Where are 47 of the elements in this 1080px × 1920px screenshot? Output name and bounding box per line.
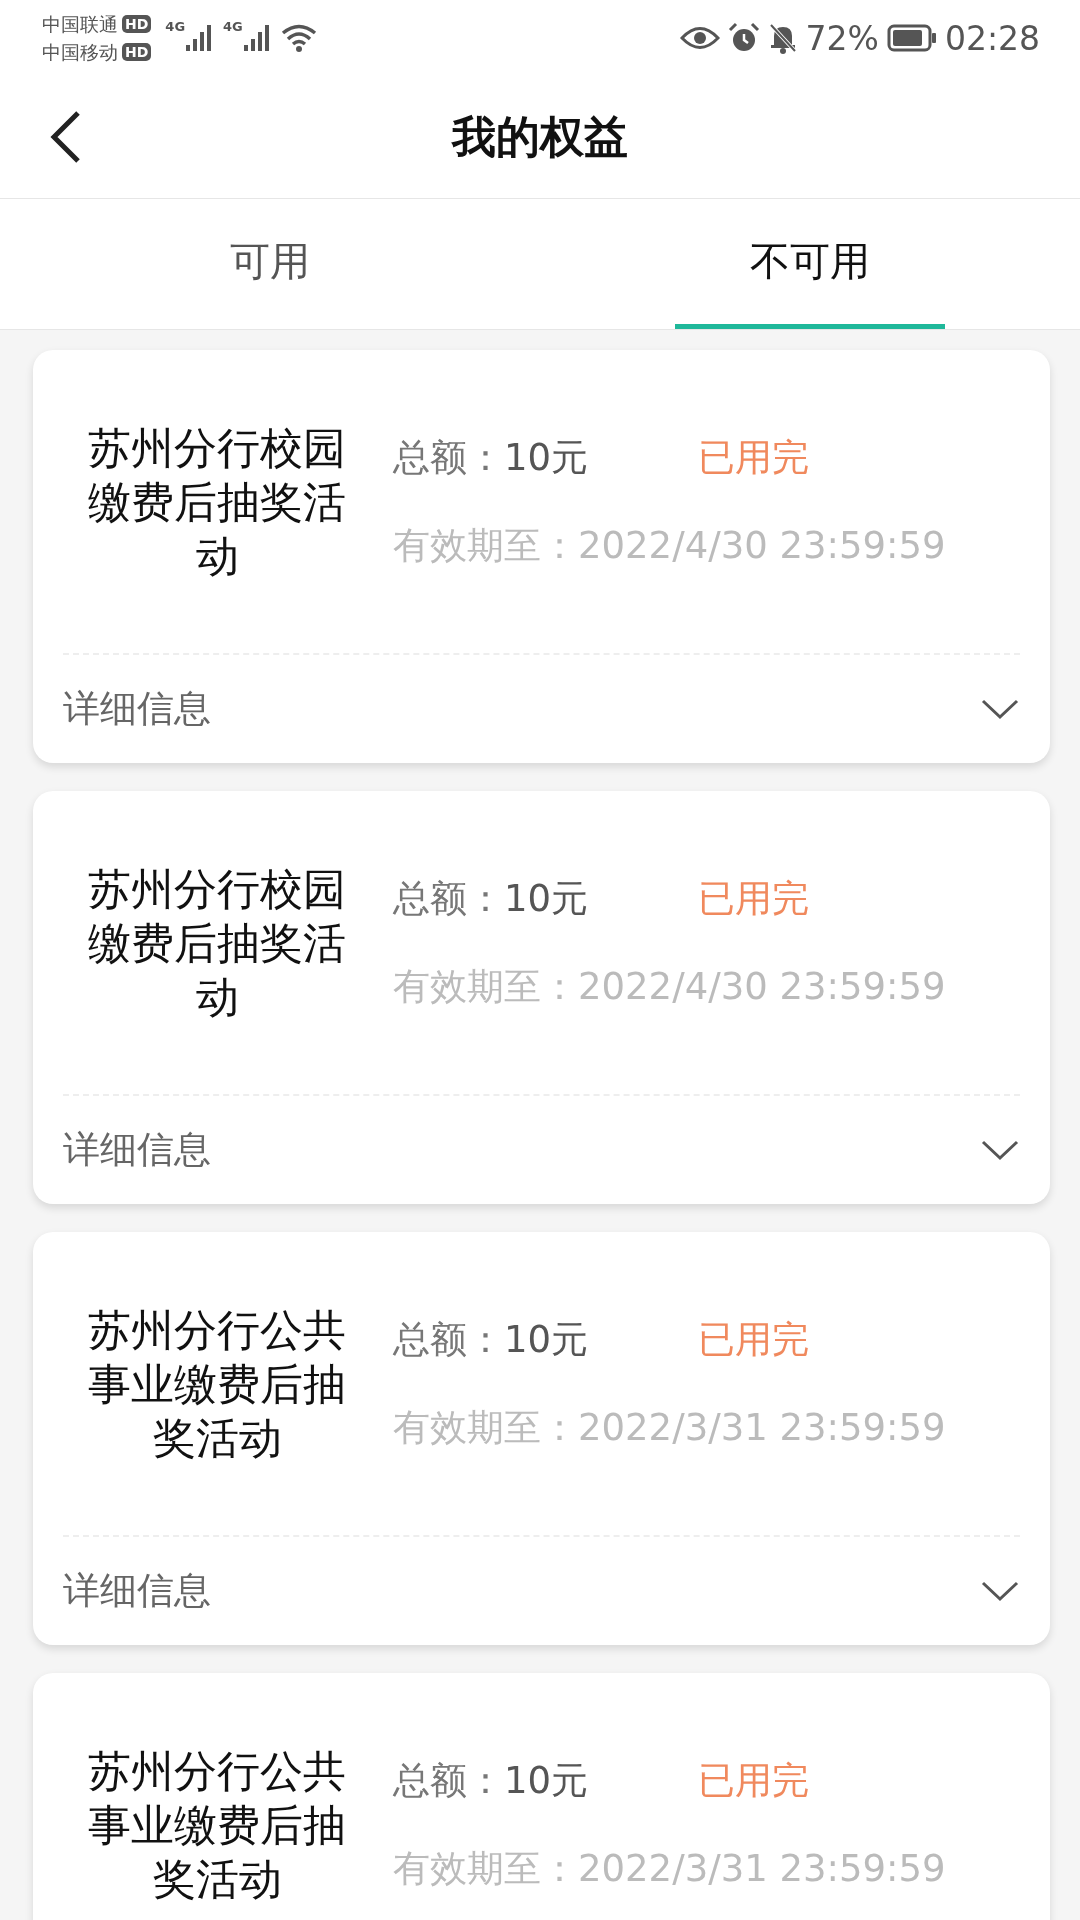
validity-date: 2022/3/31 23:59:59 — [578, 1846, 946, 1890]
status-label: 已用完 — [698, 434, 810, 481]
tab[interactable]: 不可用 — [675, 199, 945, 329]
validity-date: 2022/4/30 23:59:59 — [578, 523, 946, 567]
validity-label: 有效期至： — [393, 523, 578, 567]
page-title: 我的权益 — [452, 109, 628, 164]
benefit-title: 苏州分行校园缴费后抽奖活动 — [87, 421, 347, 583]
hd-badge: HD — [122, 15, 152, 33]
network-label: 4G — [165, 19, 186, 34]
status-label: 已用完 — [698, 875, 810, 922]
validity-label: 有效期至： — [393, 1405, 578, 1449]
amount-value: 10元 — [504, 1316, 589, 1363]
wifi-icon — [280, 23, 317, 53]
network-label: 4G — [223, 19, 243, 34]
validity-date: 2022/3/31 23:59:59 — [578, 1405, 946, 1449]
clock-time: 02:28 — [944, 18, 1040, 58]
amount-value: 10元 — [504, 875, 589, 922]
validity-label: 有效期至： — [393, 1846, 578, 1890]
back-icon[interactable] — [48, 110, 82, 164]
validity-date: 2022/4/30 23:59:59 — [578, 964, 946, 1008]
details-link[interactable]: 详细信息 — [63, 1566, 211, 1616]
bell-off-icon — [767, 22, 798, 54]
details-link[interactable]: 详细信息 — [63, 1125, 211, 1175]
validity-label: 有效期至： — [393, 964, 578, 1008]
benefit-title: 苏州分行公共事业缴费后抽奖活动 — [87, 1744, 347, 1906]
amount-label: 总额： — [393, 434, 504, 481]
status-label: 已用完 — [698, 1316, 810, 1363]
hd-badge: HD — [122, 43, 152, 61]
amount-label: 总额： — [393, 1757, 504, 1804]
amount-value: 10元 — [504, 434, 589, 481]
benefit-title: 苏州分行公共事业缴费后抽奖活动 — [87, 1303, 347, 1465]
amount-label: 总额： — [393, 875, 504, 922]
carrier-name: 中国联通 — [42, 12, 118, 36]
benefit-title: 苏州分行校园缴费后抽奖活动 — [87, 862, 347, 1024]
carrier-name: 中国移动 — [42, 40, 118, 64]
amount-value: 10元 — [504, 1757, 589, 1804]
chevron-icon[interactable] — [980, 1138, 1020, 1162]
chevron-icon[interactable] — [980, 697, 1020, 721]
battery-percent: 72% — [805, 18, 879, 58]
tab[interactable]: 可用 — [135, 199, 405, 329]
details-link[interactable]: 详细信息 — [63, 684, 211, 734]
alarm-icon — [727, 22, 760, 54]
eye-icon — [679, 25, 720, 51]
amount-label: 总额： — [393, 1316, 504, 1363]
battery-icon — [886, 24, 937, 52]
status-label: 已用完 — [698, 1757, 810, 1804]
chevron-icon[interactable] — [980, 1579, 1020, 1603]
